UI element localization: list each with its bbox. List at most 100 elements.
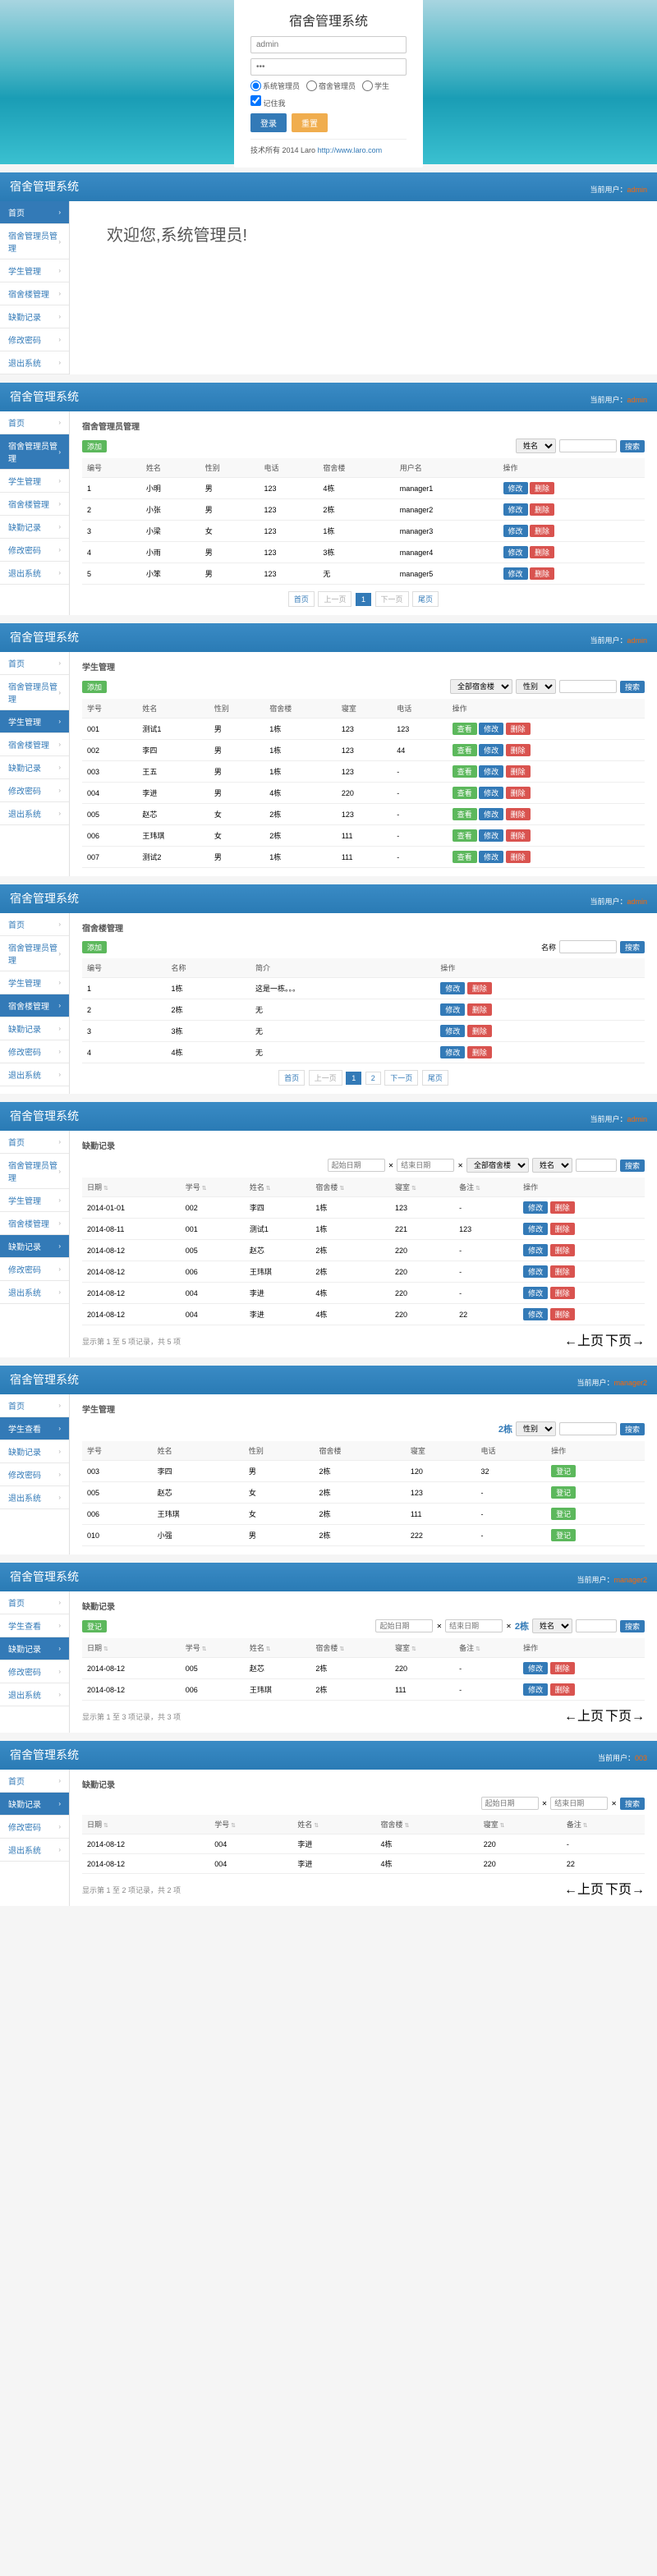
search-button[interactable]: 搜索 [620, 440, 645, 452]
nav-dorm-manager[interactable]: 宿舍管理员管理› [0, 224, 69, 259]
search-input[interactable] [559, 1422, 617, 1435]
修改-button[interactable]: 修改 [503, 482, 528, 494]
nav-absence[interactable]: 缺勤记录› [0, 516, 69, 539]
start-date[interactable] [375, 1619, 433, 1632]
删除-button[interactable]: 删除 [550, 1308, 575, 1320]
删除-button[interactable]: 删除 [550, 1244, 575, 1256]
删除-button[interactable]: 删除 [550, 1223, 575, 1235]
add-button[interactable]: 添加 [82, 941, 107, 953]
修改-button[interactable]: 修改 [440, 982, 465, 994]
nav-building[interactable]: 宿舍楼管理› [0, 493, 69, 516]
clear-icon[interactable]: ✕ [388, 1162, 394, 1169]
nav-password[interactable]: 修改密码› [0, 539, 69, 562]
search-button[interactable]: 搜索 [620, 1798, 645, 1810]
building-filter[interactable]: 全部宿舍楼 [466, 1158, 529, 1173]
footer-link[interactable]: http://www.laro.com [318, 146, 383, 154]
end-date[interactable] [445, 1619, 503, 1632]
nav-building[interactable]: 宿舍楼管理› [0, 282, 69, 305]
修改-button[interactable]: 修改 [523, 1683, 548, 1696]
查看-button[interactable]: 查看 [453, 829, 477, 842]
role-admin[interactable]: 系统管理员 [250, 80, 300, 91]
查看-button[interactable]: 查看 [453, 787, 477, 799]
nav-logout[interactable]: 退出系统› [0, 351, 69, 374]
search-input[interactable] [559, 680, 617, 693]
nav-absence[interactable]: 缺勤记录› [0, 1637, 69, 1660]
修改-button[interactable]: 修改 [440, 1046, 465, 1058]
username-input[interactable] [250, 36, 407, 53]
end-date[interactable] [397, 1159, 454, 1172]
登记-button[interactable]: 登记 [551, 1529, 576, 1541]
查看-button[interactable]: 查看 [453, 744, 477, 756]
删除-button[interactable]: 删除 [467, 1003, 492, 1016]
登记-button[interactable]: 登记 [551, 1465, 576, 1477]
nav-student-view[interactable]: 学生查看› [0, 1417, 69, 1440]
nav-student[interactable]: 学生管理› [0, 259, 69, 282]
删除-button[interactable]: 删除 [506, 765, 531, 778]
search-button[interactable]: 搜索 [620, 941, 645, 953]
building-filter[interactable]: 全部宿舍楼 [450, 679, 512, 694]
nav-password[interactable]: 修改密码› [0, 328, 69, 351]
nav-home[interactable]: 首页› [0, 201, 69, 224]
nav-absence[interactable]: 缺勤记录› [0, 305, 69, 328]
nav-absence[interactable]: 缺勤记录› [0, 1793, 69, 1816]
修改-button[interactable]: 修改 [523, 1662, 548, 1674]
删除-button[interactable]: 删除 [506, 787, 531, 799]
start-date[interactable] [481, 1797, 539, 1810]
删除-button[interactable]: 删除 [550, 1201, 575, 1214]
删除-button[interactable]: 删除 [530, 546, 554, 558]
修改-button[interactable]: 修改 [503, 567, 528, 580]
role-student[interactable]: 学生 [362, 80, 389, 91]
查看-button[interactable]: 查看 [453, 765, 477, 778]
修改-button[interactable]: 修改 [523, 1223, 548, 1235]
name-filter[interactable]: 姓名 [532, 1158, 572, 1173]
search-input[interactable] [559, 940, 617, 953]
修改-button[interactable]: 修改 [523, 1308, 548, 1320]
register-button[interactable]: 登记 [82, 1620, 107, 1632]
修改-button[interactable]: 修改 [479, 765, 503, 778]
page-prev[interactable]: 上一页 [318, 591, 351, 607]
删除-button[interactable]: 删除 [530, 525, 554, 537]
nav-student[interactable]: 学生管理› [0, 470, 69, 493]
删除-button[interactable]: 删除 [506, 851, 531, 863]
login-button[interactable]: 登录 [250, 113, 287, 132]
page-next[interactable]: 下一页 [375, 591, 409, 607]
sex-filter[interactable]: 性别 [516, 1421, 556, 1436]
查看-button[interactable]: 查看 [453, 851, 477, 863]
修改-button[interactable]: 修改 [440, 1025, 465, 1037]
filter-select[interactable]: 姓名 [516, 439, 556, 453]
登记-button[interactable]: 登记 [551, 1486, 576, 1499]
删除-button[interactable]: 删除 [467, 1025, 492, 1037]
修改-button[interactable]: 修改 [479, 808, 503, 820]
修改-button[interactable]: 修改 [479, 851, 503, 863]
add-button[interactable]: 添加 [82, 440, 107, 452]
修改-button[interactable]: 修改 [440, 1003, 465, 1016]
删除-button[interactable]: 删除 [550, 1265, 575, 1278]
删除-button[interactable]: 删除 [506, 744, 531, 756]
clear-icon[interactable]: ✕ [436, 1623, 442, 1630]
page-last[interactable]: 尾页 [412, 591, 439, 607]
nav-student[interactable]: 学生管理› [0, 710, 69, 733]
修改-button[interactable]: 修改 [523, 1244, 548, 1256]
删除-button[interactable]: 删除 [467, 1046, 492, 1058]
search-button[interactable]: 搜索 [620, 681, 645, 693]
search-input[interactable] [559, 439, 617, 452]
clear-icon[interactable]: ✕ [611, 1800, 617, 1807]
修改-button[interactable]: 修改 [479, 744, 503, 756]
sex-filter[interactable]: 性别 [516, 679, 556, 694]
删除-button[interactable]: 删除 [550, 1683, 575, 1696]
删除-button[interactable]: 删除 [550, 1662, 575, 1674]
修改-button[interactable]: 修改 [479, 787, 503, 799]
查看-button[interactable]: 查看 [453, 808, 477, 820]
page-1[interactable]: 1 [356, 593, 371, 606]
查看-button[interactable]: 查看 [453, 723, 477, 735]
nav-home[interactable]: 首页› [0, 411, 69, 434]
search-button[interactable]: 搜索 [620, 1620, 645, 1632]
登记-button[interactable]: 登记 [551, 1508, 576, 1520]
clear-icon[interactable]: ✕ [457, 1162, 463, 1169]
end-date[interactable] [550, 1797, 608, 1810]
删除-button[interactable]: 删除 [530, 503, 554, 516]
role-dorm[interactable]: 宿舍管理员 [306, 80, 356, 91]
search-input[interactable] [576, 1159, 617, 1172]
add-button[interactable]: 添加 [82, 681, 107, 693]
search-input[interactable] [576, 1619, 617, 1632]
